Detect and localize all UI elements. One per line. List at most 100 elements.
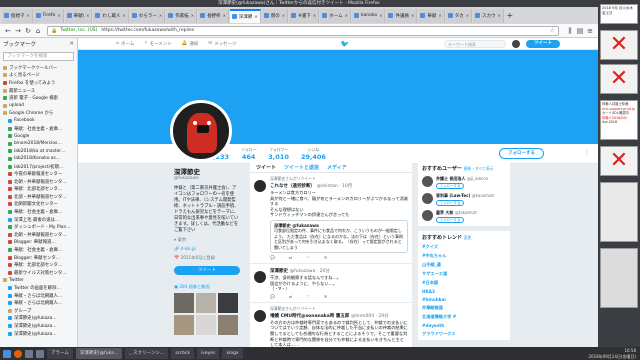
like-icon[interactable]: ♡ [306, 294, 310, 299]
timeline-tab[interactable]: メディア [327, 164, 347, 171]
media-thumbnail[interactable] [174, 315, 194, 335]
desktop-window-thumbnail[interactable] [600, 248, 638, 308]
browser-tab[interactable]: kanoko ✕ [352, 8, 386, 23]
tweet[interactable]: 深澤節史 @fukazawa · 20分 干渉、身的観察する話なんですね…。 国会… [250, 264, 412, 303]
bookmark-item[interactable]: Twitter の画面を解除… [0, 284, 77, 292]
taskbar-task[interactable]: scrbck [171, 348, 194, 359]
bookmark-item[interactable]: binore2018/Mercios… [0, 140, 77, 148]
suggested-user[interactable]: 霊界 大和 @takamutr フォローする [422, 210, 506, 223]
dm-icon[interactable]: ✉ [324, 255, 327, 260]
browser-tab[interactable]: 作家転 ✕ [166, 8, 198, 23]
profile-link-text[interactable]: d-kik.jp [181, 246, 196, 251]
profile-stat[interactable]: フォロワー 3,010 [268, 147, 289, 161]
reply-icon[interactable]: 💬 [270, 255, 275, 260]
user-avatar-small[interactable] [511, 39, 520, 48]
red-x-icon[interactable]: ✕ [600, 64, 638, 94]
trend-item[interactable]: 北海道情報大学 # [422, 314, 506, 320]
taskbar-task[interactable]: アラーム [47, 348, 73, 359]
profile-link[interactable]: 🔗 d-kik.jp [174, 246, 240, 252]
terminal-icon[interactable] [36, 349, 44, 358]
bookmark-item[interactable]: 華献：北部北部センタ… [0, 186, 77, 194]
tweet-avatar[interactable] [254, 309, 266, 322]
bookmark-item[interactable]: upload [0, 102, 77, 110]
tweet-author-handle[interactable]: @fukazawa · 20分 [290, 269, 330, 274]
bookmark-item[interactable]: 華献：社会主義・倉庫… [0, 125, 77, 133]
bookmark-item[interactable]: 北部・井華献報道センタ… [0, 193, 77, 201]
file-manager-icon[interactable] [25, 349, 33, 358]
bookmark-item[interactable]: 華献：社会主義・倉庫… [0, 246, 77, 254]
bookmark-item[interactable]: 華献・さらば北朝蔵人… [0, 299, 77, 307]
suggested-user-name[interactable]: 専利事 (Law-Tec) @kasamutr [436, 193, 495, 199]
home-icon[interactable]: ⌂ [33, 26, 43, 36]
browser-tab[interactable]: 僧の ✕ [261, 8, 289, 23]
bookmark-item[interactable]: 深澤節史(@fukaza… [0, 330, 77, 338]
bookmark-item[interactable]: Google Chrome から [0, 110, 77, 118]
reply-icon[interactable]: 💬 [270, 294, 275, 299]
bookmark-item[interactable]: lab2017/project/初期… [0, 163, 77, 171]
bookmark-item[interactable]: 道新 電子 - Google 検索 [0, 94, 77, 102]
suggested-user[interactable]: 弁護士 長田浩人 @ji_alecon フォローする [422, 176, 506, 189]
tab-close-icon[interactable]: ✕ [377, 13, 382, 18]
trends-change-link[interactable]: 変更 [464, 235, 472, 240]
timeline-tab[interactable]: ツイートと返信 [284, 164, 319, 171]
taskbar-task[interactable]: 深澤節史(@fuka… [75, 348, 123, 359]
app-menu-icon[interactable] [3, 349, 11, 358]
bookmark-item[interactable]: ブックマークツールバー [0, 64, 77, 72]
bookmark-item[interactable]: Facebook [0, 117, 77, 125]
desktop-window-thumbnail[interactable] [600, 182, 638, 242]
tab-close-icon[interactable]: ✕ [221, 13, 226, 18]
site-identity[interactable]: Twitter, Inc. (US) [60, 28, 97, 33]
bookmark-item[interactable]: 最新ウイルス対策センタ… [0, 269, 77, 277]
url-text[interactable]: https://twitter.com/fukazawa/with_replie… [101, 28, 194, 33]
red-x-icon[interactable]: ✕ [600, 146, 638, 176]
tweet-author-handle[interactable]: @hnm004 · 29分 [351, 314, 389, 319]
tweet-author-handle[interactable]: @shintan · 10月 [317, 184, 353, 189]
tab-close-icon[interactable]: ✕ [120, 13, 125, 18]
trend-item[interactable]: 井華献報道 [422, 305, 506, 311]
timeline-tab[interactable]: ツイート [256, 164, 276, 171]
trend-item[interactable]: #daysoth [422, 323, 506, 328]
clock[interactable]: 16:58 2018年09月14日(金曜日) [589, 348, 636, 359]
browser-tab[interactable]: わし蔵人 ✕ [93, 8, 129, 23]
suggested-user-avatar[interactable] [422, 210, 433, 221]
new-tab-icon[interactable]: + [505, 11, 515, 20]
suggested-user-name[interactable]: 霊界 大和 @takamutr [436, 210, 477, 216]
browser-tab[interactable]: スカウ ✕ [473, 8, 504, 23]
browser-tab[interactable]: タカ ✕ [445, 8, 473, 23]
tab-close-icon[interactable]: ✕ [189, 13, 194, 18]
trend-item[interactable]: HKA3 [422, 289, 506, 294]
profile-handle[interactable]: @fukazawa [174, 176, 240, 181]
twitter-nav-bolt[interactable]: ⚡ モーメント [144, 41, 172, 47]
quoted-tweet[interactable]: 深澤節史 @fukazawa 可食部位限定の件、事件にも食品で何れか、こういうもの… [270, 219, 408, 253]
follow-suggested-button[interactable]: フォローする [436, 183, 464, 189]
bookmark-item[interactable]: Blogger: 華献報道… [0, 239, 77, 247]
bookmark-item[interactable]: 華献・さらば北朝蔵人… [0, 292, 77, 300]
forward-icon[interactable]: → [13, 26, 23, 36]
browser-tab[interactable]: 仮想マ ✕ [2, 8, 33, 23]
follow-suggested-button[interactable]: フォローする [436, 217, 464, 223]
suggested-user-avatar[interactable] [422, 193, 433, 204]
twitter-search-input[interactable]: キーワード検索 [443, 39, 506, 48]
profile-tweet-button[interactable]: ツイート [174, 266, 240, 275]
trend-item[interactable]: #中丸ちゃん [422, 253, 506, 259]
bookmark-item[interactable]: Blogger: 華献センタ… [0, 254, 77, 262]
more-options-icon[interactable]: ⋮ [584, 150, 590, 157]
tab-close-icon[interactable]: ✕ [409, 13, 414, 18]
twitter-nav-home[interactable]: ⌂ ホーム [116, 41, 134, 47]
browser-tab[interactable]: 長野県 ✕ [198, 8, 229, 23]
media-thumbnail[interactable] [218, 293, 238, 313]
retweet-icon[interactable]: ⇄ [289, 255, 292, 260]
bookmark-item[interactable]: よく見るページ [0, 72, 77, 80]
tab-close-icon[interactable]: ✕ [311, 13, 316, 18]
media-thumbnail[interactable] [174, 293, 194, 313]
tweet-author-name[interactable]: これなせ（過労診断） [270, 184, 315, 189]
suggested-user[interactable]: 専利事 (Law-Tec) @kasamutr フォローする [422, 193, 506, 206]
photos-videos-label[interactable]: 284 画像と動画 [179, 284, 209, 289]
browser-tab[interactable]: Firefo ✕ [33, 8, 64, 23]
trend-item[interactable]: 山手線_通 [422, 262, 506, 268]
media-thumbnail[interactable] [218, 315, 238, 335]
bookmark-item[interactable]: 北朝・井華献報道センタ… [0, 231, 77, 239]
browser-tab[interactable]: #書下 ✕ [289, 8, 320, 23]
tweet[interactable]: 深澤節史さんがリツイート 増鏡 CMU時代@sonanaka時 重五郎 @hnm0… [250, 303, 412, 347]
tab-close-icon[interactable]: ✕ [55, 13, 60, 18]
